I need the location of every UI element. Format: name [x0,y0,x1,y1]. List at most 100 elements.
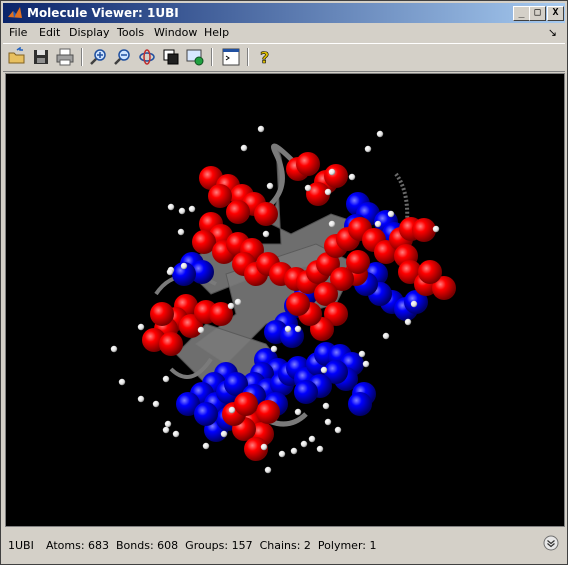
atom-sphere [150,302,174,326]
menu-file[interactable]: File [9,26,27,39]
atom-sphere [137,395,145,403]
atom-sphere [432,225,440,233]
atom-sphere [278,450,286,458]
close-button[interactable]: X [547,6,564,21]
atom-sphere [387,210,395,218]
atom-sphere [234,298,242,306]
atom-sphere [308,435,316,443]
atom-sphere [286,292,310,316]
atom-sphere [410,300,418,308]
rotate-icon[interactable] [137,47,157,67]
title-bar[interactable]: Molecule Viewer: 1UBI _ □ X [3,3,565,23]
atom-sphere [404,318,412,326]
atom-sphere [320,366,328,374]
atom-sphere [264,466,272,474]
atom-sphere [152,400,160,408]
atom-sphere [322,402,330,410]
open-icon[interactable] [7,47,27,67]
atom-sphere [296,152,320,176]
toolbar-separator [211,48,213,66]
atom-sphere [162,375,170,383]
atom-sphere [227,302,235,310]
atom-sphere [262,230,270,238]
atom-sphere [137,323,145,331]
atom-sphere [118,378,126,386]
toolbar-separator [247,48,249,66]
atom-sphere [324,418,332,426]
snapshot-icon[interactable] [185,47,205,67]
atom-sphere [324,164,348,188]
atom-sphere [300,440,308,448]
dock-arrow-icon[interactable]: ↘ [548,26,557,39]
atom-sphere [166,268,174,276]
atom-sphere [257,125,265,133]
help-icon[interactable]: ? [255,47,275,67]
atom-sphere [180,262,188,270]
print-icon[interactable] [55,47,75,67]
atom-sphere [382,332,390,340]
atom-sphere [270,345,278,353]
zoom-out-icon[interactable] [113,47,133,67]
atom-sphere [324,188,332,196]
show-hide-icon[interactable] [161,47,181,67]
atom-sphere [348,173,356,181]
window-title: Molecule Viewer: 1UBI [27,6,179,20]
atom-sphere [348,392,372,416]
minimize-button[interactable]: _ [513,6,530,21]
atom-sphere [376,130,384,138]
status-bar: 1UBI Atoms: 683 Bonds: 608 Groups: 157 C… [3,531,565,559]
atom-sphere [194,402,218,426]
atom-sphere [256,400,280,424]
atom-sphere [172,430,180,438]
atom-sphere [364,145,372,153]
atom-sphere [202,442,210,450]
atom-sphere [167,203,175,211]
atom-sphere [304,184,312,192]
atom-sphere [358,350,366,358]
atom-sphere [254,202,278,226]
menu-bar: File Edit Display Tools Window Help ↘ [3,23,565,43]
atom-sphere [197,326,205,334]
molecule-viewer-window: Molecule Viewer: 1UBI _ □ X File Edit Di… [0,0,568,565]
save-icon[interactable] [31,47,51,67]
atom-sphere [328,168,336,176]
zoom-in-icon[interactable] [89,47,109,67]
atom-sphere [159,332,183,356]
atom-sphere [240,144,248,152]
menu-help[interactable]: Help [204,26,229,39]
atom-sphere [260,443,268,451]
atom-sphere [164,420,172,428]
structure-stats: Atoms: 683 Bonds: 608 Groups: 157 Chains… [46,539,377,552]
atom-sphere [346,250,370,274]
atom-sphere [188,205,196,213]
command-window-icon[interactable] [221,47,241,67]
molecule-viewport[interactable] [5,73,565,527]
maximize-button[interactable]: □ [529,6,546,21]
toolbar: ? [3,43,565,72]
atom-sphere [334,426,342,434]
atom-sphere [208,184,232,208]
atom-sphere [374,220,382,228]
atom-sphere [234,392,258,416]
atom-sphere [362,360,370,368]
matlab-logo-icon [8,7,22,18]
atom-sphere [266,182,274,190]
toolbar-separator [81,48,83,66]
atom-sphere [220,430,228,438]
menu-display[interactable]: Display [69,26,110,39]
atom-sphere [228,406,236,414]
atom-sphere [178,207,186,215]
atom-sphere [110,345,118,353]
atom-sphere [294,325,302,333]
atom-sphere [412,218,436,242]
atom-sphere [294,408,302,416]
molecule-render[interactable] [6,74,564,526]
atom-sphere [284,325,292,333]
atom-sphere [177,228,185,236]
menu-tools[interactable]: Tools [117,26,144,39]
atom-sphere [294,380,318,404]
expand-chevron-icon[interactable] [543,535,559,551]
menu-edit[interactable]: Edit [39,26,60,39]
menu-window[interactable]: Window [154,26,197,39]
atom-sphere [226,200,250,224]
